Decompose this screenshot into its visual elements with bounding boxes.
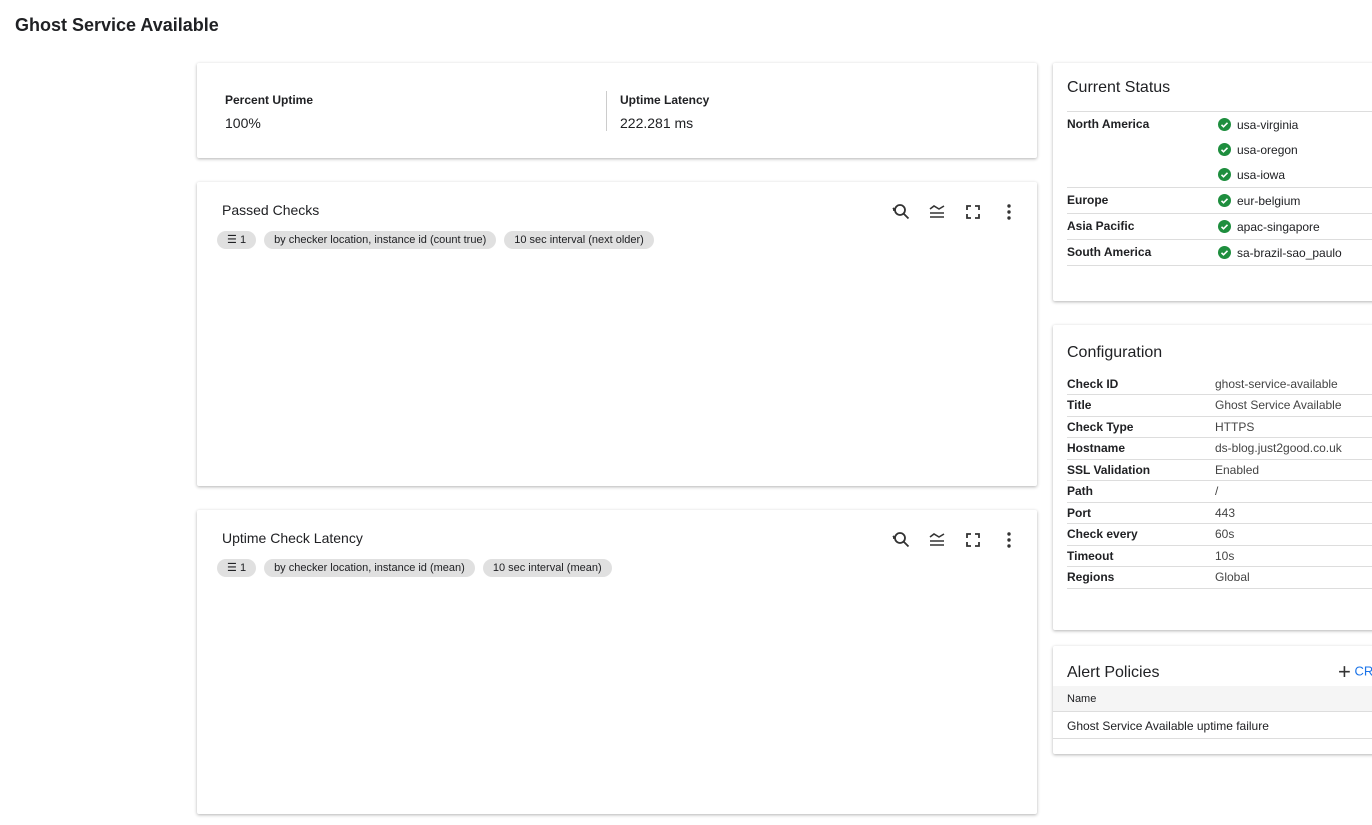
summary-card: Percent Uptime 100% Uptime Latency 222.281… bbox=[197, 63, 1037, 158]
config-key: SSL Validation bbox=[1067, 459, 1215, 481]
location-status: usa-oregon bbox=[1218, 137, 1298, 162]
location-status: usa-virginia bbox=[1218, 112, 1298, 137]
config-key: Check Type bbox=[1067, 416, 1215, 438]
check-circle-icon bbox=[1218, 220, 1231, 233]
location-status: apac-singapore bbox=[1218, 214, 1320, 239]
region-label: North America bbox=[1067, 117, 1150, 131]
uptime-label: Percent Uptime bbox=[225, 93, 314, 107]
check-circle-icon bbox=[1218, 168, 1231, 181]
check-circle-icon bbox=[1218, 246, 1231, 259]
config-value: HTTPS bbox=[1215, 416, 1372, 438]
config-key: Regions bbox=[1067, 566, 1215, 589]
check-circle-icon bbox=[1218, 143, 1231, 156]
latency-value: 222.281 ms bbox=[620, 115, 694, 131]
alerts-title: Alert Policies bbox=[1067, 664, 1160, 681]
config-value: 60s bbox=[1215, 523, 1372, 546]
status-row: Asia Pacific apac-singapore bbox=[1067, 214, 1372, 240]
status-row: South America sa-brazil-sao_paulo bbox=[1067, 240, 1372, 266]
region-label: Asia Pacific bbox=[1067, 219, 1135, 233]
latency-chart bbox=[197, 510, 1037, 814]
plus-icon: + bbox=[1338, 659, 1351, 684]
location-name: eur-belgium bbox=[1237, 193, 1301, 208]
region-label: South America bbox=[1067, 245, 1152, 259]
config-key: Timeout bbox=[1067, 545, 1215, 567]
config-value: Ghost Service Available bbox=[1215, 394, 1372, 417]
alerts-card: Alert Policies + CREATE Name Ghost Servi… bbox=[1053, 646, 1372, 754]
check-circle-icon bbox=[1218, 118, 1231, 131]
location-status: sa-brazil-sao_paulo bbox=[1218, 240, 1342, 265]
config-title: Configuration bbox=[1067, 344, 1163, 361]
status-card: Current Status North America usa-virginia… bbox=[1053, 63, 1372, 301]
config-value: 443 bbox=[1215, 502, 1372, 524]
config-row: Hostname ds-blog.just2good.co.uk bbox=[1067, 437, 1372, 460]
uptime-value: 100% bbox=[225, 115, 261, 131]
config-key: Hostname bbox=[1067, 437, 1215, 460]
alerts-header: Name bbox=[1053, 686, 1372, 712]
location-name: sa-brazil-sao_paulo bbox=[1237, 245, 1342, 260]
config-key: Path bbox=[1067, 480, 1215, 503]
location-name: usa-oregon bbox=[1237, 142, 1298, 157]
config-row: Regions Global bbox=[1067, 566, 1372, 589]
latency-label: Uptime Latency bbox=[620, 93, 710, 107]
config-row: Timeout 10s bbox=[1067, 545, 1372, 567]
page-title: Ghost Service Available bbox=[15, 15, 219, 35]
config-value: Enabled bbox=[1215, 459, 1372, 481]
config-key: Port bbox=[1067, 502, 1215, 524]
location-name: usa-virginia bbox=[1237, 117, 1299, 132]
region-label: Europe bbox=[1067, 193, 1109, 207]
latency-card: Uptime Check Latency 0200ms400ms600ms800… bbox=[197, 510, 1037, 814]
config-row: Path / bbox=[1067, 480, 1372, 503]
config-row: Title Ghost Service Available bbox=[1067, 394, 1372, 417]
config-key: Check ID bbox=[1067, 373, 1215, 395]
create-alert-button[interactable]: + CREATE bbox=[1338, 659, 1372, 685]
status-title: Current Status bbox=[1067, 79, 1171, 96]
config-row: Check every 60s bbox=[1067, 523, 1372, 546]
divider bbox=[606, 91, 607, 131]
config-row: Check Type HTTPS bbox=[1067, 416, 1372, 438]
alert-row[interactable]: Ghost Service Available uptime failure bbox=[1053, 713, 1372, 739]
location-status: usa-iowa bbox=[1218, 162, 1298, 187]
config-value: ghost-service-available bbox=[1215, 373, 1372, 395]
config-key: Title bbox=[1067, 394, 1215, 417]
passed-chart bbox=[197, 182, 1037, 486]
status-row: Europe eur-belgium bbox=[1067, 188, 1372, 214]
config-row: SSL Validation Enabled bbox=[1067, 459, 1372, 481]
config-key: Check every bbox=[1067, 523, 1215, 546]
passed-checks-card: Passed Checks 012UTC+120:5521:0021:0521:… bbox=[197, 182, 1037, 486]
config-card: Configuration Check ID ghost-service-avai… bbox=[1053, 325, 1372, 630]
location-name: apac-singapore bbox=[1237, 219, 1320, 234]
config-value: / bbox=[1215, 480, 1372, 503]
config-value: 10s bbox=[1215, 545, 1372, 567]
config-row: Port 443 bbox=[1067, 502, 1372, 524]
config-row: Check ID ghost-service-available bbox=[1067, 373, 1372, 395]
config-value: ds-blog.just2good.co.uk bbox=[1215, 437, 1372, 460]
check-circle-icon bbox=[1218, 194, 1231, 207]
location-status: eur-belgium bbox=[1218, 188, 1300, 213]
location-name: usa-iowa bbox=[1237, 167, 1286, 182]
status-row: North America usa-virginia usa-oregon usa-i… bbox=[1067, 112, 1372, 188]
config-value: Global bbox=[1215, 566, 1372, 589]
